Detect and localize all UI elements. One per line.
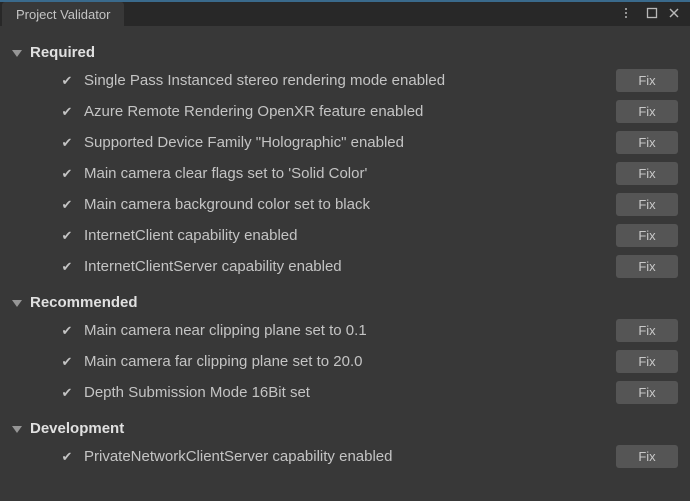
tab-label: Project Validator (16, 7, 110, 22)
window-controls (622, 2, 690, 21)
fix-button[interactable]: Fix (616, 224, 678, 247)
chevron-down-icon (10, 296, 24, 310)
validator-item: ✔ Depth Submission Mode 16Bit setFix (10, 377, 680, 408)
check-icon: ✔ (58, 104, 76, 120)
item-label: Depth Submission Mode 16Bit set (84, 384, 616, 401)
validator-item: ✔ Supported Device Family "Holographic" e… (10, 127, 680, 158)
validator-item: ✔ Single Pass Instanced stereo rendering … (10, 65, 680, 96)
item-label: Main camera background color set to blac… (84, 196, 616, 213)
item-label: InternetClientServer capability enabled (84, 258, 616, 275)
item-label: Main camera near clipping plane set to 0… (84, 322, 616, 339)
check-icon: ✔ (58, 197, 76, 213)
check-icon: ✔ (58, 323, 76, 339)
section-development: Development ✔ PrivateNetworkClientServer c… (10, 416, 680, 472)
item-label: Single Pass Instanced stereo rendering m… (84, 72, 616, 89)
item-label: Main camera clear flags set to 'Solid Co… (84, 165, 616, 182)
section-title: Recommended (30, 294, 138, 311)
item-label: InternetClient capability enabled (84, 227, 616, 244)
fix-button[interactable]: Fix (616, 255, 678, 278)
fix-button[interactable]: Fix (616, 319, 678, 342)
tab-project-validator[interactable]: Project Validator (2, 2, 124, 26)
section-title: Required (30, 44, 95, 61)
item-label: Main camera far clipping plane set to 20… (84, 353, 616, 370)
fix-button[interactable]: Fix (616, 193, 678, 216)
fix-button[interactable]: Fix (616, 131, 678, 154)
validator-item: ✔ Azure Remote Rendering OpenXR feature e… (10, 96, 680, 127)
fix-button[interactable]: Fix (616, 162, 678, 185)
fix-button[interactable]: Fix (616, 445, 678, 468)
chevron-down-icon (10, 422, 24, 436)
item-label: PrivateNetworkClientServer capability en… (84, 448, 616, 465)
section-title: Development (30, 420, 124, 437)
validator-item: ✔ InternetClient capability enabledFix (10, 220, 680, 251)
check-icon: ✔ (58, 228, 76, 244)
chevron-down-icon (10, 46, 24, 60)
section-recommended: Recommended ✔ Main camera near clipping pl… (10, 290, 680, 408)
item-label: Supported Device Family "Holographic" en… (84, 134, 616, 151)
fix-button[interactable]: Fix (616, 381, 678, 404)
check-icon: ✔ (58, 354, 76, 370)
validator-item: ✔ Main camera far clipping plane set to 2… (10, 346, 680, 377)
check-icon: ✔ (58, 166, 76, 182)
validator-window: Project Validator Required ✔ Single Pass I… (0, 0, 690, 501)
maximize-icon[interactable] (644, 5, 660, 21)
validator-item: ✔ PrivateNetworkClientServer capability e… (10, 441, 680, 472)
fix-button[interactable]: Fix (616, 69, 678, 92)
section-header-required[interactable]: Required (10, 40, 680, 65)
check-icon: ✔ (58, 259, 76, 275)
fix-button[interactable]: Fix (616, 350, 678, 373)
check-icon: ✔ (58, 449, 76, 465)
section-header-development[interactable]: Development (10, 416, 680, 441)
content-area: Required ✔ Single Pass Instanced stereo re… (0, 26, 690, 501)
validator-item: ✔ Main camera background color set to bla… (10, 189, 680, 220)
validator-item: ✔ Main camera near clipping plane set to … (10, 315, 680, 346)
section-header-recommended[interactable]: Recommended (10, 290, 680, 315)
check-icon: ✔ (58, 73, 76, 89)
close-icon[interactable] (666, 5, 682, 21)
check-icon: ✔ (58, 135, 76, 151)
tab-bar: Project Validator (0, 0, 690, 26)
check-icon: ✔ (58, 385, 76, 401)
validator-item: ✔ InternetClientServer capability enabled… (10, 251, 680, 282)
validator-item: ✔ Main camera clear flags set to 'Solid C… (10, 158, 680, 189)
section-required: Required ✔ Single Pass Instanced stereo re… (10, 40, 680, 282)
item-label: Azure Remote Rendering OpenXR feature en… (84, 103, 616, 120)
fix-button[interactable]: Fix (616, 100, 678, 123)
menu-icon[interactable] (622, 5, 638, 21)
